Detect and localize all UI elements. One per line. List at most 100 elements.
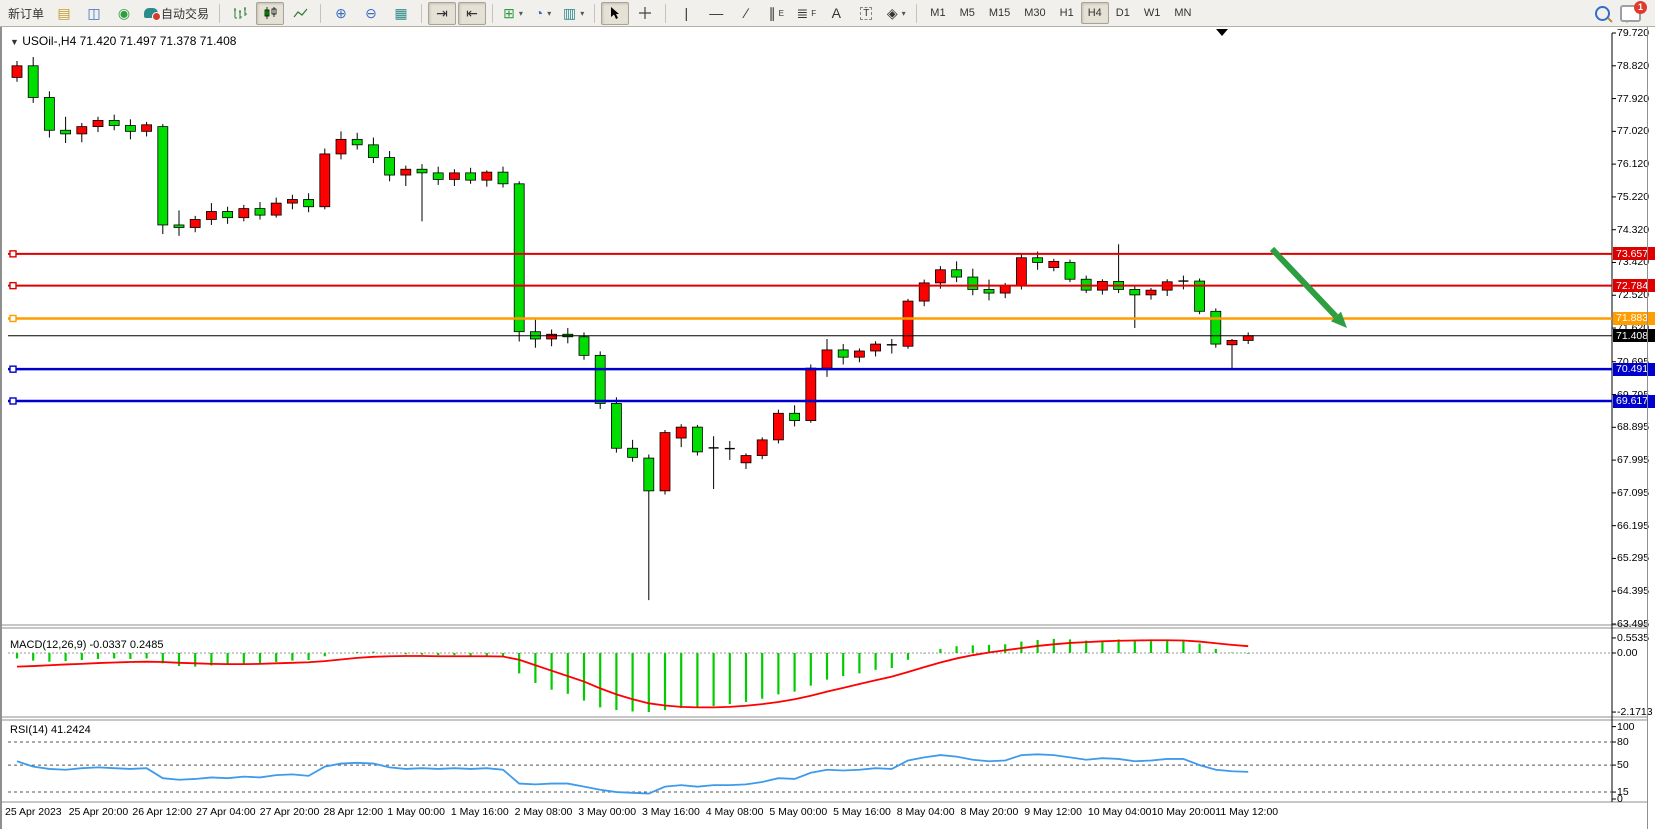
price-chart-canvas[interactable] [0, 27, 1655, 829]
macd-indicator-label: MACD(12,26,9) -0.0337 0.2485 [10, 639, 164, 651]
time-tick-label: 28 Apr 12:00 [324, 806, 384, 818]
line-chart-type-button[interactable] [286, 2, 314, 25]
chart-shift-button[interactable]: ⇤ [458, 2, 486, 25]
price-tick-label: 79.720 [1617, 27, 1649, 39]
candle-bearish [417, 169, 427, 173]
candle-bearish [125, 126, 135, 132]
candle-bullish [77, 127, 87, 134]
channel-tool[interactable]: ∥E [762, 2, 790, 25]
auto-scroll-button[interactable]: ⇥ [428, 2, 456, 25]
trendline-tool[interactable]: ∕ [732, 2, 760, 25]
rsi-tick-label: 100 [1617, 721, 1635, 733]
text-tool[interactable]: A [822, 2, 850, 25]
time-tick-label: 8 May 20:00 [961, 806, 1019, 818]
candle-bullish [336, 139, 346, 154]
zoom-out-icon: ⊖ [365, 6, 377, 20]
line-anchor-handle[interactable] [10, 315, 16, 321]
notifications-icon[interactable]: 1 [1620, 5, 1641, 22]
candle-bearish [385, 158, 395, 175]
candlestick-chart-type-button[interactable] [256, 2, 284, 25]
line-anchor-handle[interactable] [10, 366, 16, 372]
time-tick-label: 8 May 04:00 [897, 806, 955, 818]
price-tick-label: 66.195 [1617, 520, 1649, 532]
price-tick-label: 68.895 [1617, 421, 1649, 433]
price-tick-label: 78.820 [1617, 60, 1649, 72]
candle-bearish [692, 427, 702, 452]
candle-bullish [871, 344, 881, 351]
candle-bullish [482, 172, 492, 180]
alerts-icon[interactable]: ◉ [110, 2, 138, 25]
macd-tick-label: 0.00 [1617, 647, 1637, 659]
time-tick-label: 25 Apr 2023 [5, 806, 62, 818]
line-anchor-handle[interactable] [10, 283, 16, 289]
data-window-icon[interactable]: ◫ [80, 2, 108, 25]
candle-bullish [676, 427, 686, 438]
horizontal-line-tool[interactable]: — [702, 2, 730, 25]
candle-bearish [628, 448, 638, 457]
tf-button-MN[interactable]: MN [1167, 2, 1198, 24]
candle-bullish [773, 413, 783, 440]
tf-button-M15[interactable]: M15 [982, 2, 1017, 24]
market-watch-icon[interactable]: ▤ [50, 2, 78, 25]
chart-title: ▼ USOil-,H4 71.420 71.497 71.378 71.408 [10, 34, 236, 48]
candle-bearish [433, 173, 443, 180]
search-icon[interactable] [1595, 6, 1610, 21]
zoom-out-button[interactable]: ⊖ [357, 2, 385, 25]
auto-trading-button[interactable]: 自动交易 [140, 3, 213, 24]
tf-button-D1[interactable]: D1 [1109, 2, 1137, 24]
tf-button-W1[interactable]: W1 [1137, 2, 1168, 24]
rsi-tick-label: 80 [1617, 736, 1629, 748]
candle-bearish [352, 139, 362, 144]
price-tag: 71.408 [1613, 329, 1655, 342]
zoom-in-button[interactable]: ⊕ [327, 2, 355, 25]
fibonacci-tool[interactable]: ≣F [792, 2, 820, 25]
separator [492, 4, 493, 23]
add-indicator-button[interactable]: ⊞▾ [499, 2, 527, 25]
line-anchor-handle[interactable] [10, 251, 16, 257]
template-button[interactable]: ▥▾ [559, 2, 588, 25]
chart-window[interactable]: ▼ USOil-,H4 71.420 71.497 71.378 71.408 … [0, 27, 1655, 829]
toolbar: 新订单 ▤ ◫ ◉ 自动交易 ⊕ ⊖ ▦ ⇥ ⇤ ⊞▾ ◔▾ ▥▾ | — ∕ … [0, 0, 1655, 27]
tf-button-M30[interactable]: M30 [1017, 2, 1052, 24]
separator [320, 4, 321, 23]
time-tick-label: 25 Apr 20:00 [69, 806, 129, 818]
period-button[interactable]: ◔▾ [529, 2, 557, 25]
fibonacci-icon: ≣ [796, 6, 808, 20]
tf-button-M1[interactable]: M1 [923, 2, 952, 24]
price-tick-label: 77.020 [1617, 125, 1649, 137]
candle-bearish [28, 66, 38, 98]
new-order-button[interactable]: 新订单 [4, 3, 48, 24]
bar-chart-type-button[interactable] [226, 2, 254, 25]
candle-bearish [61, 130, 71, 134]
chevron-down-icon: ▾ [580, 9, 584, 18]
tile-windows-button[interactable]: ▦ [387, 2, 415, 25]
line-anchor-handle[interactable] [10, 398, 16, 404]
price-tag: 69.617 [1613, 395, 1655, 408]
clock-icon: ◔ [535, 6, 543, 20]
tf-button-H4[interactable]: H4 [1081, 2, 1109, 24]
time-tick-label: 1 May 16:00 [451, 806, 509, 818]
macd-tick-label: -2.1713 [1617, 706, 1653, 718]
rsi-tick-label: 0 [1617, 793, 1623, 805]
price-tag: 71.883 [1613, 312, 1655, 325]
price-tag: 73.657 [1613, 247, 1655, 260]
notification-badge: 1 [1634, 1, 1647, 14]
shapes-tool[interactable]: ◈▾ [882, 2, 910, 25]
candle-bullish [320, 154, 330, 207]
symbol-dropdown-icon[interactable]: ▼ [10, 37, 19, 47]
time-tick-label: 27 Apr 20:00 [260, 806, 320, 818]
candle-bearish [255, 209, 265, 216]
cursor-tool-button[interactable] [601, 2, 629, 25]
price-tick-label: 67.095 [1617, 487, 1649, 499]
add-indicator-icon: ⊞ [503, 6, 515, 20]
vertical-line-tool[interactable]: | [672, 2, 700, 25]
tf-button-H1[interactable]: H1 [1053, 2, 1081, 24]
rsi-indicator-label: RSI(14) 41.2424 [10, 724, 91, 736]
template-icon: ▥ [563, 6, 576, 20]
tf-button-M5[interactable]: M5 [953, 2, 982, 24]
rsi-tick-label: 50 [1617, 759, 1629, 771]
crosshair-tool-button[interactable] [631, 2, 659, 25]
candle-bearish [644, 458, 654, 491]
candle-bullish [239, 209, 249, 218]
label-tool[interactable]: T [852, 2, 880, 25]
